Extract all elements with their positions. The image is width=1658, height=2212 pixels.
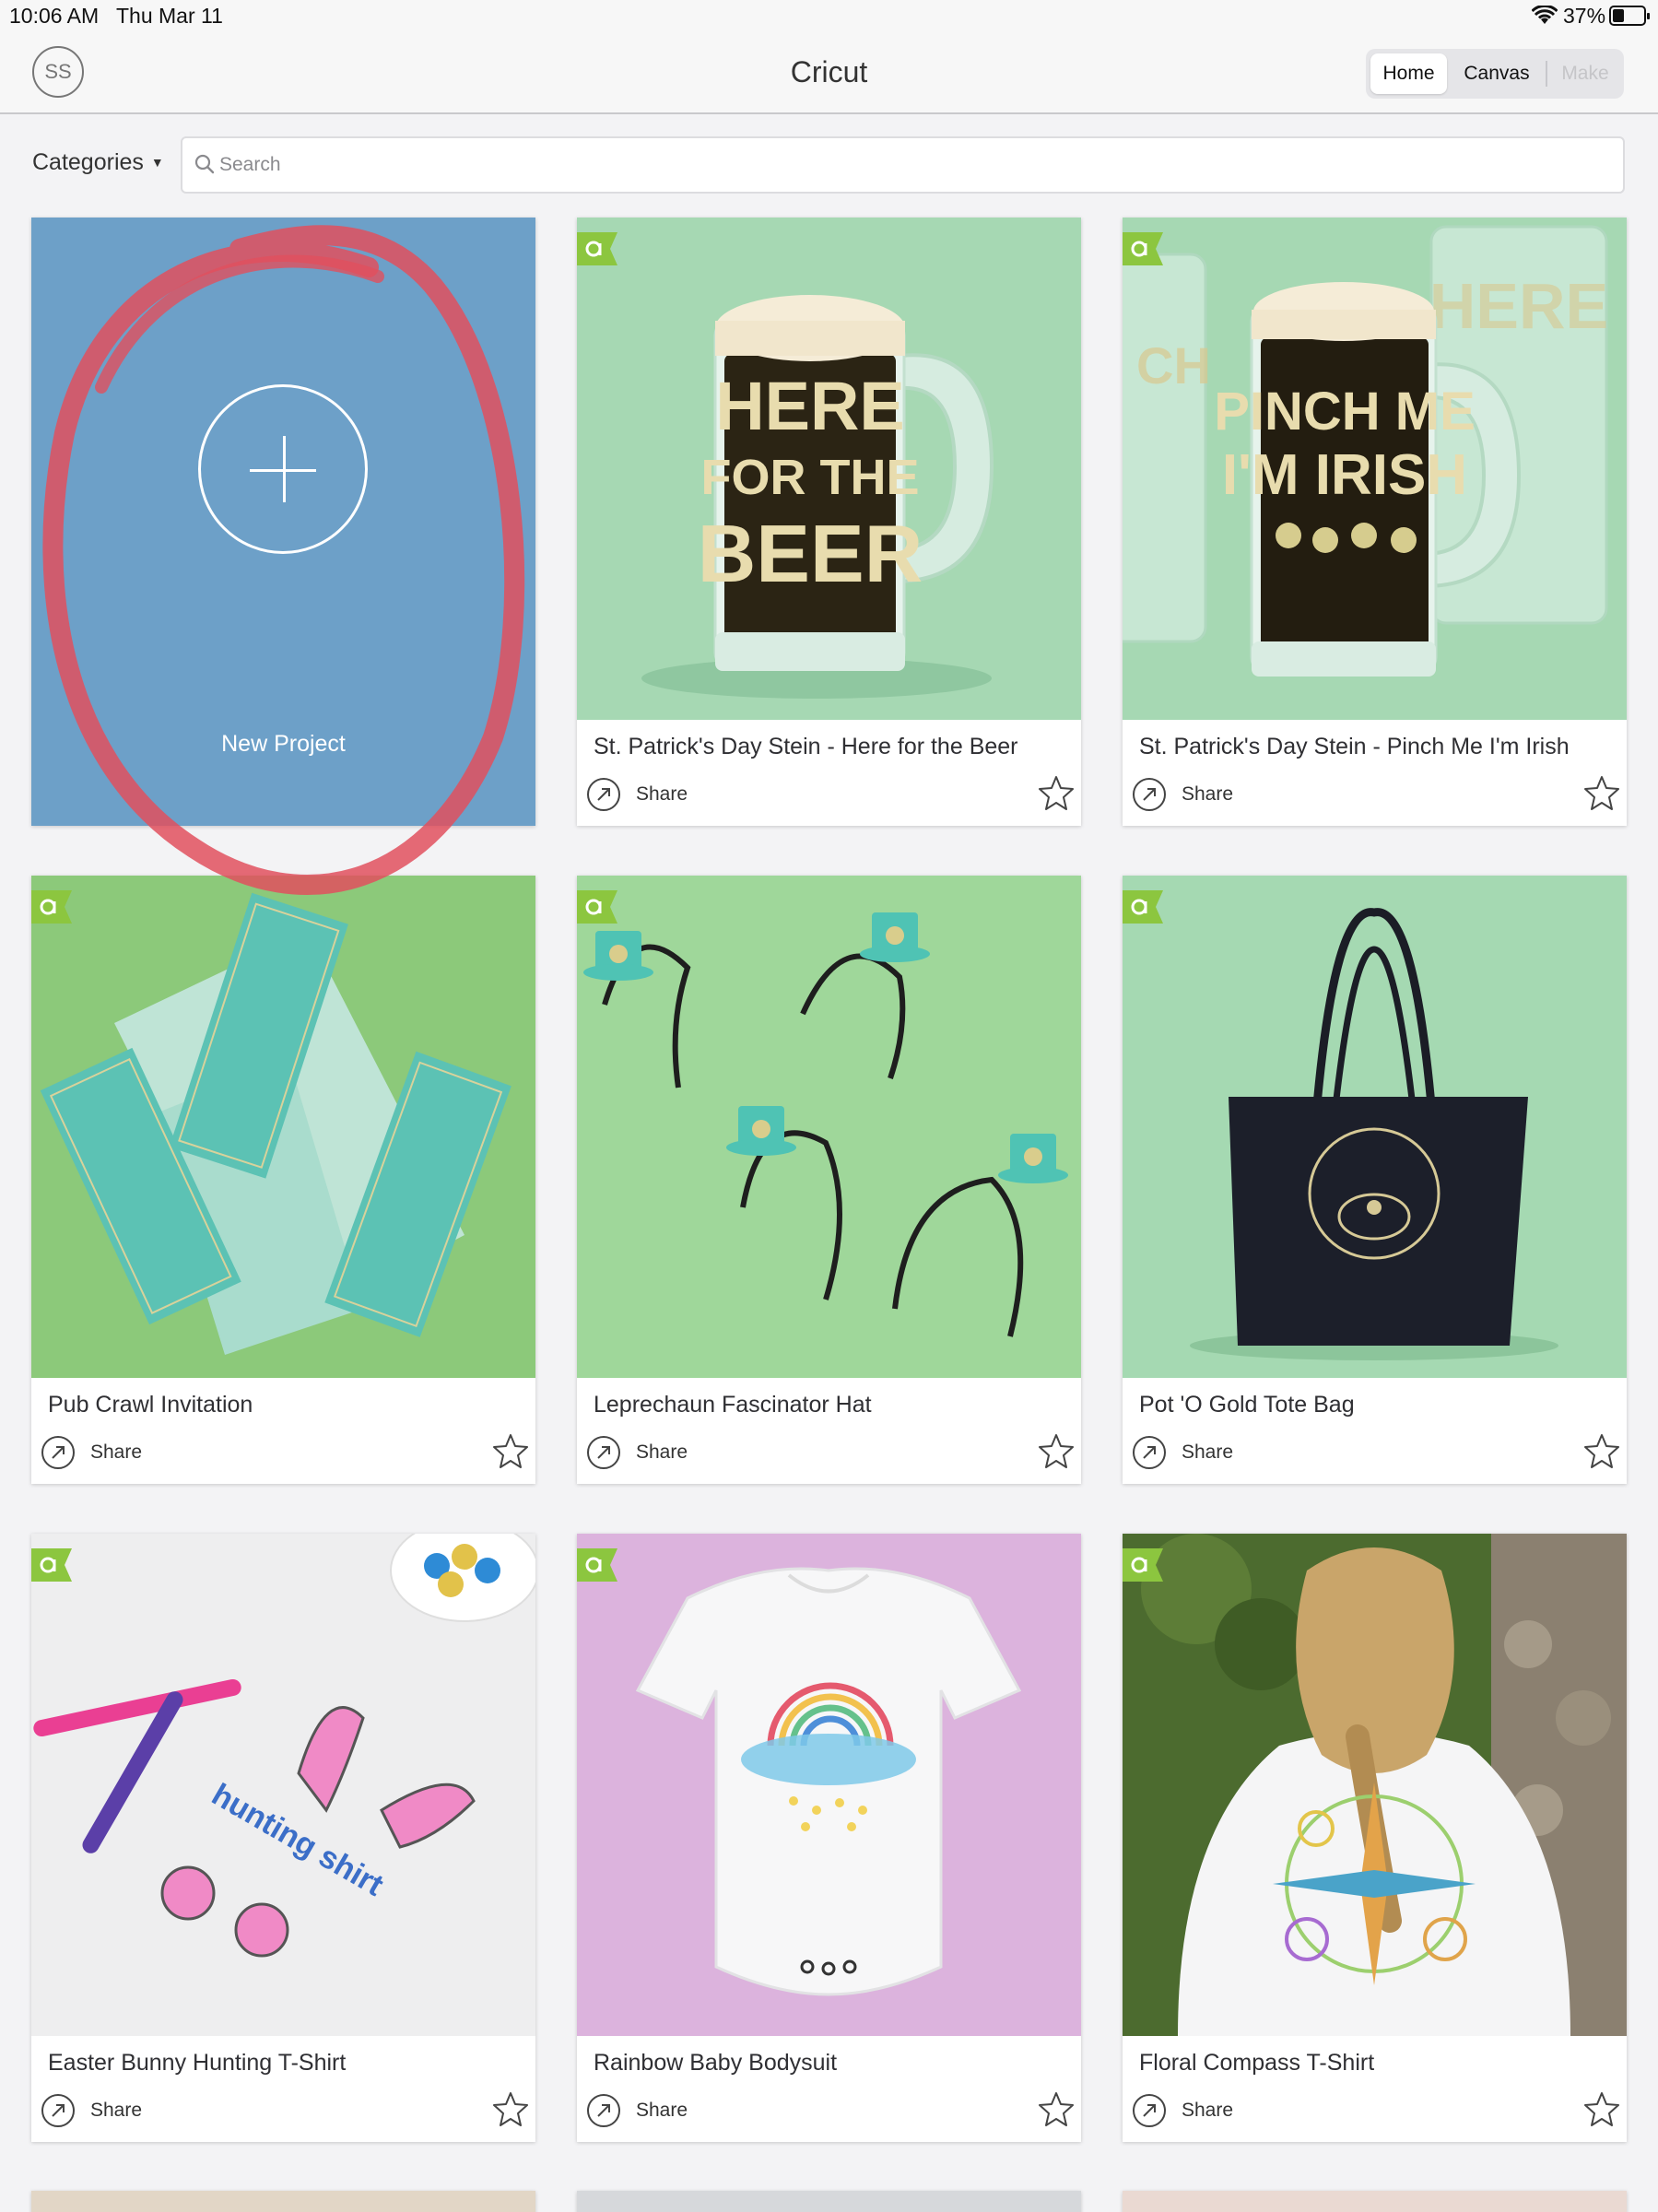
- project-thumbnail[interactable]: [1123, 1534, 1627, 2036]
- share-label[interactable]: Share: [636, 2100, 688, 2122]
- access-badge-icon: [1123, 890, 1163, 924]
- project-card[interactable]: HERE FOR THE BEER St. Patrick's Day Stei…: [577, 218, 1081, 826]
- share-icon[interactable]: [586, 777, 621, 812]
- star-icon[interactable]: [1038, 2090, 1075, 2127]
- battery-percent: 37%: [1563, 4, 1606, 28]
- tab-canvas[interactable]: Canvas: [1451, 53, 1543, 94]
- share-icon[interactable]: [586, 2093, 621, 2128]
- share-label[interactable]: Share: [1182, 783, 1233, 806]
- share-icon[interactable]: [1132, 2093, 1167, 2128]
- star-icon[interactable]: [1038, 774, 1075, 811]
- project-title[interactable]: Floral Compass T-Shirt: [1139, 2050, 1374, 2077]
- mode-switcher: Home Canvas Make: [1366, 49, 1624, 99]
- access-badge-icon: [577, 890, 617, 924]
- project-title[interactable]: Pot 'O Gold Tote Bag: [1139, 1392, 1355, 1418]
- status-date: Thu Mar 11: [116, 4, 223, 28]
- filter-bar: Categories ▼: [0, 114, 1658, 216]
- wifi-icon: [1531, 4, 1558, 31]
- share-label[interactable]: Share: [1182, 2100, 1233, 2122]
- project-thumbnail[interactable]: hunting shirt: [31, 1534, 535, 2036]
- svg-text:CH: CH: [1136, 336, 1211, 394]
- project-title[interactable]: St. Patrick's Day Stein - Here for the B…: [594, 734, 1018, 760]
- new-project-card[interactable]: New Project: [31, 218, 535, 826]
- tab-make[interactable]: Make: [1548, 53, 1622, 94]
- project-title[interactable]: Rainbow Baby Bodysuit: [594, 2050, 837, 2077]
- project-title[interactable]: Leprechaun Fascinator Hat: [594, 1392, 872, 1418]
- status-time: 10:06 AM: [9, 4, 100, 28]
- chevron-down-icon: ▼: [150, 155, 164, 170]
- stein-text-line-1: PINCH ME: [1214, 382, 1476, 441]
- share-label[interactable]: Share: [636, 1441, 688, 1464]
- project-thumbnail[interactable]: CH HERE PINCH ME I'M IRISH: [1123, 218, 1627, 720]
- share-icon[interactable]: [41, 1435, 76, 1470]
- project-card[interactable]: Leprechaun Fascinator Hat Share: [577, 876, 1081, 1484]
- project-thumbnail[interactable]: [1123, 2191, 1627, 2212]
- access-badge-icon: [31, 890, 72, 924]
- project-card[interactable]: Pot 'O Gold Tote Bag Share: [1123, 876, 1627, 1484]
- star-icon[interactable]: [492, 2090, 529, 2127]
- share-icon[interactable]: [1132, 1435, 1167, 1470]
- project-title[interactable]: Pub Crawl Invitation: [48, 1392, 253, 1418]
- project-card[interactable]: Pub Crawl Invitation Share: [31, 876, 535, 1484]
- tab-home[interactable]: Home: [1370, 53, 1447, 94]
- star-icon[interactable]: [1583, 1432, 1620, 1469]
- plus-icon[interactable]: [198, 384, 368, 554]
- search-box[interactable]: [181, 136, 1625, 194]
- access-badge-icon: [31, 1548, 72, 1582]
- project-title[interactable]: St. Patrick's Day Stein - Pinch Me I'm I…: [1139, 734, 1570, 760]
- access-badge-icon: [577, 232, 617, 265]
- star-icon[interactable]: [1583, 2090, 1620, 2127]
- share-icon[interactable]: [41, 2093, 76, 2128]
- project-card[interactable]: hunting shirt Easter Bunny Hunting T-Shi…: [31, 1534, 535, 2142]
- project-card-partial[interactable]: [1123, 2191, 1627, 2212]
- project-card[interactable]: Floral Compass T-Shirt Share: [1123, 1534, 1627, 2142]
- share-label[interactable]: Share: [90, 1441, 142, 1464]
- project-card-partial[interactable]: [31, 2191, 535, 2212]
- new-project-label: New Project: [221, 731, 346, 757]
- access-badge-icon: [577, 1548, 617, 1582]
- access-badge-icon: [1123, 1548, 1163, 1582]
- stein-text-line-1: HERE: [715, 368, 905, 444]
- tab-divider: [1546, 61, 1547, 87]
- status-bar: 10:06 AM Thu Mar 11 37%: [0, 0, 1658, 33]
- project-thumbnail[interactable]: [577, 876, 1081, 1378]
- stein-text-line-2: FOR THE: [701, 450, 920, 505]
- project-card-partial[interactable]: [577, 2191, 1081, 2212]
- project-thumbnail[interactable]: [577, 1534, 1081, 2036]
- share-icon[interactable]: [1132, 777, 1167, 812]
- project-thumbnail[interactable]: [31, 2191, 535, 2212]
- project-thumbnail[interactable]: [577, 2191, 1081, 2212]
- star-icon[interactable]: [492, 1432, 529, 1469]
- categories-dropdown[interactable]: Categories ▼: [32, 149, 164, 176]
- share-label[interactable]: Share: [636, 783, 688, 806]
- project-card[interactable]: CH HERE PINCH ME I'M IRISH St. Patrick's…: [1123, 218, 1627, 826]
- nav-bar: SS Cricut Home Canvas Make: [0, 33, 1658, 114]
- share-label[interactable]: Share: [1182, 1441, 1233, 1464]
- search-icon: [194, 154, 215, 179]
- share-label[interactable]: Share: [90, 2100, 142, 2122]
- access-badge-icon: [1123, 232, 1163, 265]
- battery-icon: [1609, 6, 1650, 26]
- search-input[interactable]: [219, 149, 1602, 181]
- stein-text-line-2: I'M IRISH: [1222, 443, 1467, 507]
- project-thumbnail[interactable]: [1123, 876, 1627, 1378]
- star-icon[interactable]: [1583, 774, 1620, 811]
- project-title[interactable]: Easter Bunny Hunting T-Shirt: [48, 2050, 346, 2077]
- project-card[interactable]: Rainbow Baby Bodysuit Share: [577, 1534, 1081, 2142]
- svg-text:HERE: HERE: [1429, 270, 1608, 342]
- stein-text-line-3: BEER: [698, 508, 923, 599]
- project-thumbnail[interactable]: HERE FOR THE BEER: [577, 218, 1081, 720]
- share-icon[interactable]: [586, 1435, 621, 1470]
- categories-label: Categories: [32, 149, 144, 175]
- project-thumbnail[interactable]: [31, 876, 535, 1378]
- star-icon[interactable]: [1038, 1432, 1075, 1469]
